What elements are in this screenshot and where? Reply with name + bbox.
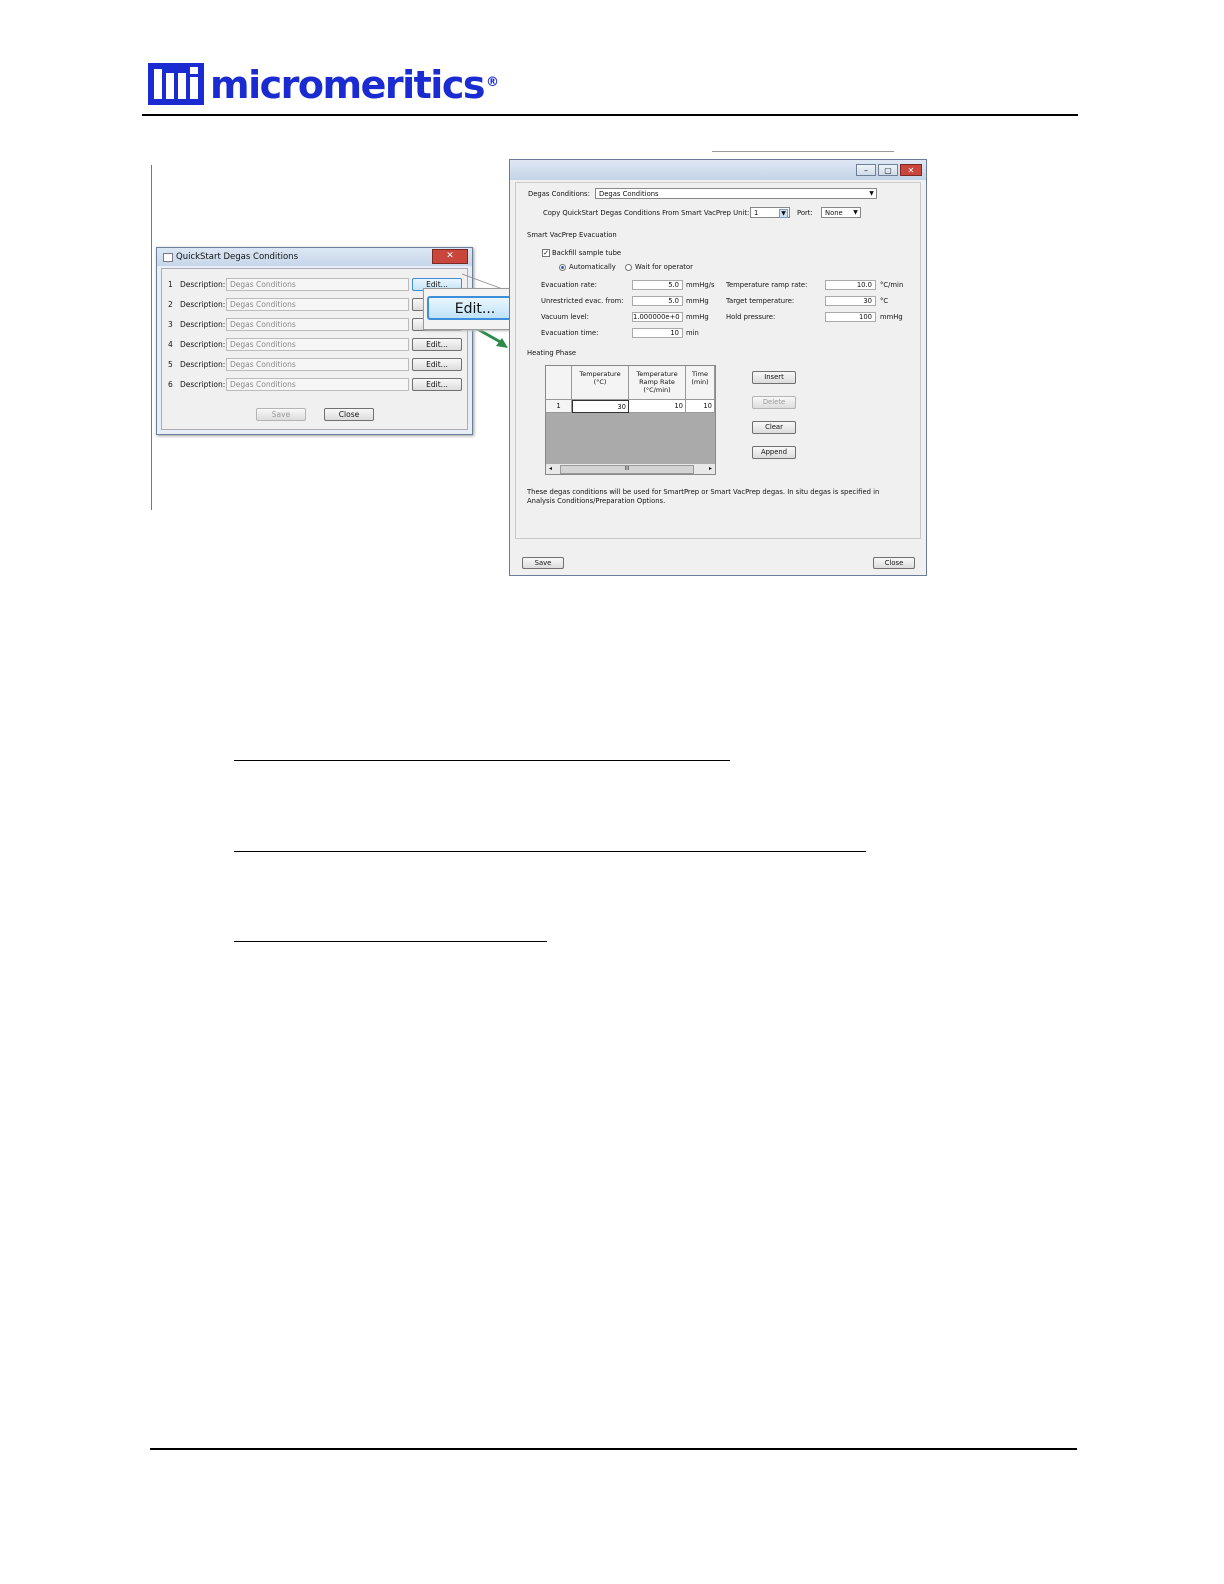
radio-automatically-label: Automatically (569, 263, 616, 271)
radio-wait[interactable] (625, 264, 632, 271)
list-item: 6 Description: Degas Conditions Edit... (168, 378, 466, 391)
description-field[interactable]: Degas Conditions (226, 338, 409, 351)
insert-button[interactable]: Insert (752, 371, 796, 384)
table-cell[interactable]: 10 (629, 400, 686, 413)
conditions-select[interactable]: Degas Conditions ▼ (595, 188, 877, 199)
row-number: 4 (168, 340, 173, 349)
description-label: Description: (180, 320, 226, 329)
port-select[interactable]: None ▼ (821, 207, 861, 218)
radio-automatically[interactable] (559, 264, 566, 271)
rule-line (234, 760, 730, 761)
description-label: Description: (180, 360, 226, 369)
scroll-right-icon[interactable]: ▸ (709, 465, 712, 472)
row-number: 6 (168, 380, 173, 389)
column-header: Temperature Ramp Rate (°C/min) (629, 366, 686, 400)
column-header: Temperature (°C) (572, 366, 629, 400)
hold-label: Hold pressure: (726, 313, 776, 321)
description-field[interactable]: Degas Conditions (226, 318, 409, 331)
description-field[interactable]: Degas Conditions (226, 358, 409, 371)
description-label: Description: (180, 380, 226, 389)
target-input[interactable]: 30 (825, 296, 876, 306)
target-label: Target temperature: (726, 297, 795, 305)
chevron-down-icon: ▼ (869, 190, 874, 197)
table-cell[interactable]: 10 (686, 400, 715, 413)
row-number: 1 (546, 400, 572, 413)
row-number: 3 (168, 320, 173, 329)
evac-time-unit: min (686, 329, 699, 337)
clear-button[interactable]: Clear (752, 421, 796, 434)
scroll-thumb[interactable]: III (560, 465, 694, 474)
ramp-input[interactable]: 10.0 (825, 280, 876, 290)
section-evacuation: Smart VacPrep Evacuation (527, 231, 617, 239)
hold-unit: mmHg (880, 313, 903, 321)
heating-table[interactable]: Temperature (°C) Temperature Ramp Rate (… (545, 365, 716, 475)
description-label: Description: (180, 280, 226, 289)
column-header: Time (min) (686, 366, 715, 400)
chevron-down-icon: ▼ (779, 209, 788, 218)
logo-mark (148, 63, 204, 105)
conditions-value: Degas Conditions (599, 190, 659, 198)
header-rule (142, 114, 1078, 116)
description-field[interactable]: Degas Conditions (226, 378, 409, 391)
ramp-label: Temperature ramp rate: (726, 281, 808, 289)
evac-time-input[interactable]: 10 (632, 328, 683, 338)
scroll-left-icon[interactable]: ◂ (549, 465, 552, 472)
logo-wordmark: micromeritics ® (210, 63, 499, 107)
row-header-corner (546, 366, 572, 400)
section-heating: Heating Phase (527, 349, 577, 357)
conditions-label: Degas Conditions: (528, 190, 590, 198)
row-number: 5 (168, 360, 173, 369)
unrestricted-label: Unrestricted evac. from: (541, 297, 624, 305)
evac-time-label: Evacuation time: (541, 329, 599, 337)
quickstart-title: QuickStart Degas Conditions (176, 252, 299, 262)
unit-select[interactable]: 1 ▼ (750, 207, 790, 218)
radio-wait-label: Wait for operator (635, 263, 693, 271)
copy-label: Copy QuickStart Degas Conditions From Sm… (543, 209, 750, 217)
hold-input[interactable]: 100 (825, 312, 876, 322)
restore-icon[interactable]: ▢ (878, 164, 898, 176)
append-button[interactable]: Append (752, 446, 796, 459)
window-icon (163, 253, 173, 262)
row-number: 1 (168, 280, 173, 289)
vacuum-label: Vacuum level: (541, 313, 589, 321)
horizontal-scrollbar[interactable]: ◂ III ▸ (546, 463, 715, 474)
row-number: 2 (168, 300, 173, 309)
close-icon[interactable]: ✕ (900, 164, 922, 176)
description-label: Description: (180, 300, 226, 309)
minimize-icon[interactable]: – (856, 164, 876, 176)
close-button[interactable]: Close (873, 557, 915, 569)
degas-titlebar: – ▢ ✕ (510, 160, 926, 180)
unrestricted-input[interactable]: 5.0 (632, 296, 683, 306)
backfill-checkbox[interactable]: ✓ (542, 249, 550, 257)
evac-rate-label: Evacuation rate: (541, 281, 597, 289)
evac-rate-input[interactable]: 5.0 (632, 280, 683, 290)
decorative-line (712, 151, 894, 152)
description-field[interactable]: Degas Conditions (226, 298, 409, 311)
close-button[interactable]: Close (324, 408, 374, 421)
unrestricted-unit: mmHg (686, 297, 709, 305)
port-label: Port: (797, 209, 813, 217)
footer-rule (150, 1448, 1077, 1450)
port-value: None (825, 209, 843, 217)
delete-button[interactable]: Delete (752, 396, 796, 409)
evac-rate-unit: mmHg/s (686, 281, 715, 289)
unit-value: 1 (754, 209, 759, 217)
margin-bar (151, 165, 152, 510)
usage-note: These degas conditions will be used for … (527, 488, 880, 505)
target-unit: °C (880, 297, 889, 305)
save-button[interactable]: Save (256, 408, 306, 421)
description-field[interactable]: Degas Conditions (226, 278, 409, 291)
backfill-label: Backfill sample tube (552, 249, 622, 257)
vacuum-input[interactable]: 1.000000e+0 (632, 312, 683, 322)
rule-line (234, 851, 866, 852)
save-button[interactable]: Save (522, 557, 564, 569)
ramp-unit: °C/min (880, 281, 904, 289)
rule-line (234, 941, 547, 942)
description-label: Description: (180, 340, 226, 349)
table-cell[interactable]: 30 (572, 400, 629, 413)
edit-button[interactable]: Edit... (412, 378, 462, 391)
chevron-down-icon: ▼ (853, 209, 858, 216)
vacuum-unit: mmHg (686, 313, 709, 321)
